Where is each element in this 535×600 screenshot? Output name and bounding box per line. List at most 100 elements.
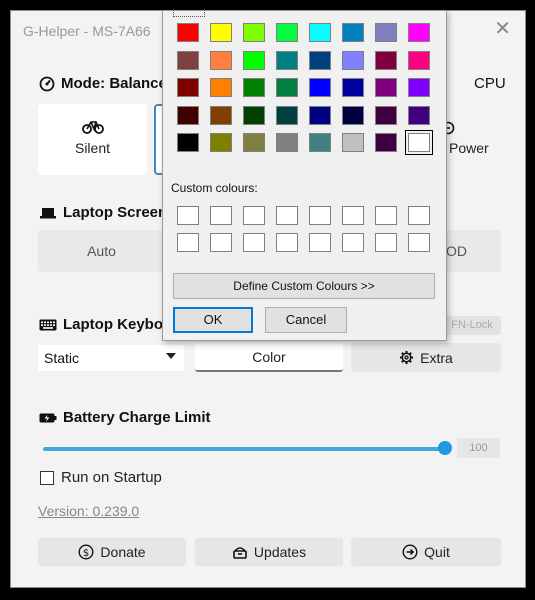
custom-color-swatch[interactable] (408, 233, 430, 252)
color-swatch[interactable] (177, 78, 199, 97)
custom-color-swatch[interactable] (309, 233, 331, 252)
dollar-icon: $ (78, 544, 94, 560)
custom-color-swatch[interactable] (276, 206, 298, 225)
mode-card-silent-label: Silent (74, 140, 111, 156)
run-on-startup-checkbox[interactable] (40, 471, 54, 485)
ok-button[interactable]: OK (173, 307, 253, 333)
color-swatch[interactable] (210, 78, 232, 97)
custom-color-swatch[interactable] (177, 233, 199, 252)
donate-button[interactable]: $ Donate (38, 538, 186, 566)
bike-icon (81, 121, 104, 134)
exit-icon (402, 544, 418, 560)
color-swatch[interactable] (342, 23, 364, 42)
mode-section-title: Mode: Balance (39, 75, 167, 92)
color-button-label: Color (252, 348, 286, 365)
extra-button-label: Extra (420, 349, 453, 366)
color-swatch[interactable] (177, 105, 199, 125)
battery-icon (39, 413, 57, 422)
color-swatch[interactable] (210, 50, 232, 70)
color-swatch[interactable] (309, 105, 331, 125)
custom-color-swatch[interactable] (375, 233, 397, 252)
color-swatch[interactable] (276, 23, 298, 42)
quit-button[interactable]: Quit (351, 538, 501, 566)
color-swatch[interactable] (408, 50, 430, 70)
screen-option-auto[interactable]: Auto (38, 230, 165, 272)
color-swatch[interactable] (309, 133, 331, 152)
extra-button[interactable]: Extra (351, 343, 501, 372)
custom-color-swatch[interactable] (342, 206, 364, 225)
color-swatch[interactable] (375, 23, 397, 42)
custom-color-swatch[interactable] (177, 206, 199, 225)
quit-label: Quit (424, 544, 450, 560)
battery-limit-slider-thumb[interactable] (438, 441, 452, 455)
color-swatch[interactable] (276, 105, 298, 125)
color-swatch[interactable] (342, 78, 364, 97)
gear-icon (400, 350, 414, 365)
color-swatch[interactable] (243, 50, 265, 70)
keyboard-mode-select[interactable]: Static (38, 345, 184, 371)
custom-color-swatch[interactable] (342, 233, 364, 252)
screen-section-title: Laptop Screen (39, 204, 167, 221)
battery-limit-slider-track[interactable] (43, 447, 445, 451)
color-swatch[interactable] (309, 23, 331, 42)
color-swatch[interactable] (342, 50, 364, 70)
custom-color-swatch[interactable] (210, 233, 232, 252)
dialog-focus-edge (173, 9, 205, 17)
color-swatch[interactable] (243, 23, 265, 42)
color-swatch[interactable] (243, 133, 265, 152)
cancel-button[interactable]: Cancel (265, 307, 347, 333)
color-swatch[interactable] (375, 78, 397, 97)
keyboard-title: Laptop Keyboa (63, 316, 172, 333)
mode-card-power-label: Power (449, 140, 489, 156)
color-swatch[interactable] (408, 78, 430, 97)
custom-color-swatch[interactable] (243, 206, 265, 225)
fn-lock-button[interactable]: FN-Lock (443, 316, 501, 335)
define-custom-colours-button[interactable]: Define Custom Colours >> (173, 273, 435, 299)
color-swatch[interactable] (408, 23, 430, 42)
color-swatch[interactable] (405, 130, 433, 155)
mode-card-power[interactable]: Power (441, 104, 501, 175)
custom-color-swatch[interactable] (309, 206, 331, 225)
version-link[interactable]: Version: 0.239.0 (38, 503, 139, 519)
keyboard-icon (39, 319, 57, 330)
color-swatch[interactable] (408, 105, 430, 125)
updates-label: Updates (253, 544, 307, 560)
color-swatch[interactable] (243, 78, 265, 97)
mode-card-silent[interactable]: Silent (38, 104, 147, 175)
gauge-icon (39, 76, 55, 91)
color-swatch[interactable] (276, 78, 298, 97)
color-swatch[interactable] (177, 23, 199, 42)
color-swatch[interactable] (342, 133, 364, 152)
color-swatch[interactable] (177, 50, 199, 70)
custom-color-swatch[interactable] (276, 233, 298, 252)
color-swatch[interactable] (276, 133, 298, 152)
color-swatch[interactable] (243, 105, 265, 125)
color-swatch[interactable] (309, 50, 331, 70)
color-swatch[interactable] (276, 50, 298, 70)
color-swatch[interactable] (210, 105, 232, 125)
custom-color-swatch[interactable] (375, 206, 397, 225)
battery-limit-value: 100 (457, 438, 500, 458)
custom-colours-label: Custom colours: (171, 181, 258, 195)
custom-color-swatch[interactable] (408, 206, 430, 225)
color-swatch[interactable] (210, 133, 232, 152)
color-swatch[interactable] (342, 105, 364, 125)
custom-color-swatch[interactable] (243, 233, 265, 252)
color-swatch[interactable] (375, 133, 397, 152)
color-button[interactable]: Color (195, 343, 343, 372)
keyboard-mode-value: Static (44, 350, 80, 366)
close-icon[interactable]: ✕ (494, 19, 511, 39)
color-swatch[interactable] (375, 105, 397, 125)
svg-text:$: $ (83, 548, 89, 559)
updates-button[interactable]: Updates (195, 538, 343, 566)
color-picker-dialog: Custom colours: Define Custom Colours >>… (162, 9, 447, 341)
battery-section-title: Battery Charge Limit (39, 409, 211, 426)
color-swatch[interactable] (177, 133, 199, 152)
custom-color-swatch[interactable] (210, 206, 232, 225)
color-swatch[interactable] (375, 50, 397, 70)
keyboard-section-title: Laptop Keyboa (39, 316, 171, 333)
run-on-startup-label[interactable]: Run on Startup (61, 469, 162, 486)
color-swatch[interactable] (309, 78, 331, 97)
screen-option-od[interactable]: OD (443, 230, 501, 272)
color-swatch[interactable] (210, 23, 232, 42)
